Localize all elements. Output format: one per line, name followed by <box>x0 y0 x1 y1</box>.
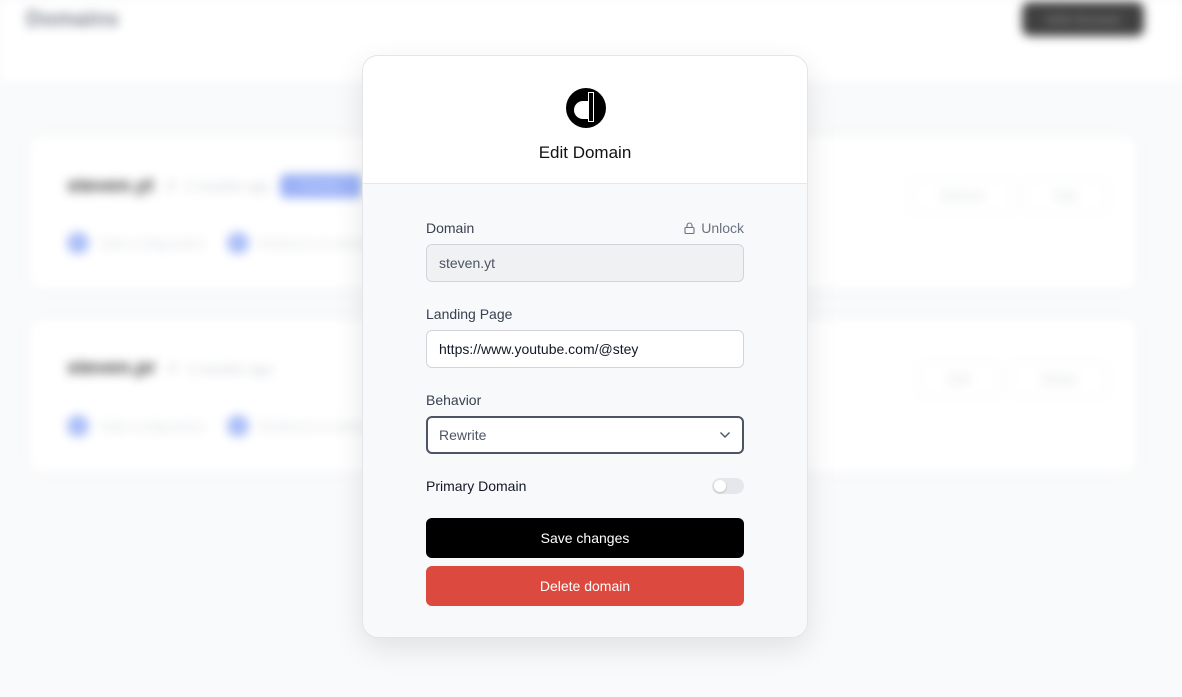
domain-value: steven.yt <box>439 255 496 271</box>
delete-domain-button[interactable]: Delete domain <box>426 566 744 606</box>
behavior-select[interactable]: Rewrite <box>426 416 744 454</box>
modal-title: Edit Domain <box>538 143 632 162</box>
domain-label: Domain <box>426 220 475 236</box>
landing-page-value: https://www.youtube.com/@stey <box>439 341 639 357</box>
behavior-selected-value: Rewrite <box>439 427 487 443</box>
primary-domain-toggle[interactable] <box>712 478 744 494</box>
dub-logo-icon <box>566 88 606 128</box>
landing-page-input[interactable]: https://www.youtube.com/@stey <box>426 330 744 368</box>
save-changes-button[interactable]: Save changes <box>426 518 744 558</box>
modal-header: Edit Domain <box>363 56 807 184</box>
landing-page-label: Landing Page <box>426 306 513 322</box>
unlock-label: Unlock <box>701 220 744 236</box>
primary-domain-label: Primary Domain <box>426 478 527 494</box>
lock-icon <box>684 222 695 234</box>
behavior-label: Behavior <box>426 392 482 408</box>
chevron-down-icon <box>720 432 730 438</box>
toggle-knob <box>714 480 726 492</box>
edit-domain-modal: Edit Domain Domain Unlock steven.yt Land… <box>362 55 808 638</box>
unlock-button[interactable]: Unlock <box>684 220 744 236</box>
domain-input: steven.yt <box>426 244 744 282</box>
